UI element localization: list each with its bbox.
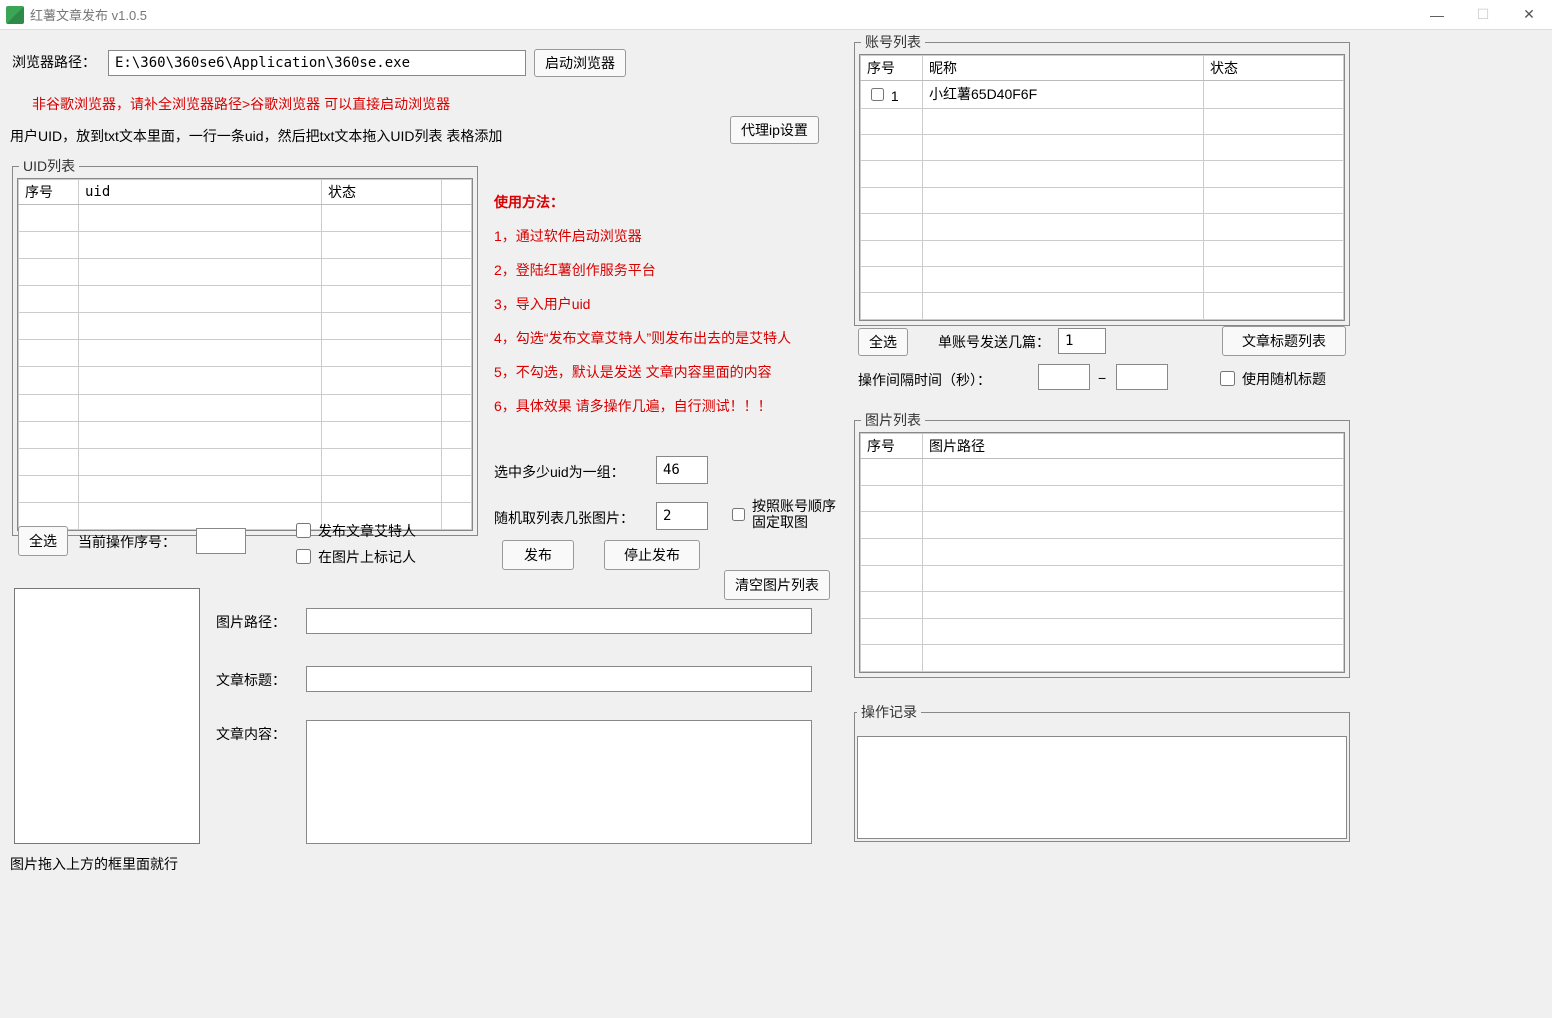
mark-image-checkbox[interactable]: 在图片上标记人 [292, 546, 416, 567]
current-index-input[interactable] [196, 528, 246, 554]
launch-browser-button[interactable]: 启动浏览器 [534, 49, 626, 77]
table-row[interactable]: 1小红薯65D40F6F [861, 81, 1344, 109]
img-col-index[interactable]: 序号 [861, 434, 923, 459]
image-table[interactable]: 序号 图片路径 [860, 433, 1344, 672]
acct-col-nick[interactable]: 昵称 [923, 56, 1204, 81]
table-row[interactable] [19, 421, 472, 448]
interval-label: 操作间隔时间（秒）： [858, 370, 991, 390]
table-row[interactable] [19, 394, 472, 421]
usage-step: 4，勾选“发布文章艾特人”则发布出去的是艾特人 [494, 328, 834, 348]
image-list-group: 图片列表 序号 图片路径 [854, 410, 1350, 678]
image-drop-hint: 图片拖入上方的框里面就行 [10, 854, 178, 874]
per-account-input[interactable] [1058, 328, 1106, 354]
image-list-legend: 图片列表 [861, 410, 925, 430]
usage-step: 6，具体效果 请多操作几遍，自行测试！！！ [494, 396, 834, 416]
article-title-label: 文章标题： [216, 670, 286, 690]
table-row[interactable] [861, 161, 1344, 187]
table-row[interactable] [19, 448, 472, 475]
uid-col-status[interactable]: 状态 [322, 180, 442, 205]
browser-path-input[interactable] [108, 50, 526, 76]
interval-to-input[interactable] [1116, 364, 1168, 390]
table-row[interactable] [861, 214, 1344, 240]
article-title-input[interactable] [306, 666, 812, 692]
group-size-input[interactable] [656, 456, 708, 484]
proxy-settings-button[interactable]: 代理ip设置 [730, 116, 819, 144]
table-row[interactable] [861, 618, 1344, 645]
table-row[interactable] [19, 259, 472, 286]
table-row[interactable] [861, 293, 1344, 320]
table-row[interactable] [19, 475, 472, 502]
account-list-group: 账号列表 序号 昵称 状态 1小红薯65D40F6F [854, 32, 1350, 326]
table-row[interactable] [19, 340, 472, 367]
account-table[interactable]: 序号 昵称 状态 1小红薯65D40F6F [860, 55, 1344, 320]
table-row[interactable] [861, 538, 1344, 565]
uid-import-hint: 用户UID，放到txt文本里面，一行一条uid，然后把txt文本拖入UID列表 … [10, 126, 502, 146]
article-content-textarea[interactable] [306, 720, 812, 844]
img-col-path[interactable]: 图片路径 [923, 434, 1344, 459]
current-index-label: 当前操作序号： [78, 532, 176, 552]
browser-path-label: 浏览器路径： [12, 52, 96, 72]
log-group: 操作记录 [854, 702, 1350, 842]
table-row[interactable] [861, 134, 1344, 160]
table-row[interactable] [861, 485, 1344, 512]
log-legend: 操作记录 [857, 702, 921, 722]
row-checkbox[interactable] [871, 88, 884, 101]
uid-col-uid[interactable]: uid [79, 180, 322, 205]
usage-step: 1，通过软件启动浏览器 [494, 226, 834, 246]
table-row[interactable] [19, 232, 472, 259]
title-list-button[interactable]: 文章标题列表 [1222, 326, 1346, 356]
uid-list-legend: UID列表 [19, 156, 79, 176]
uid-table[interactable]: 序号 uid 状态 [18, 179, 472, 530]
usage-step: 2，登陆红薯创作服务平台 [494, 260, 834, 280]
browser-hint-text: 非谷歌浏览器，请补全浏览器路径>谷歌浏览器 可以直接启动浏览器 [32, 94, 450, 114]
usage-step: 5，不勾选，默认是发送 文章内容里面的内容 [494, 362, 834, 382]
usage-block: 使用方法： 1，通过软件启动浏览器 2，登陆红薯创作服务平台 3，导入用户uid 4，… [494, 192, 834, 430]
stop-publish-button[interactable]: 停止发布 [604, 540, 700, 570]
table-row[interactable] [861, 645, 1344, 672]
uid-select-all-button[interactable]: 全选 [18, 526, 68, 556]
table-row[interactable] [19, 367, 472, 394]
interval-from-input[interactable] [1038, 364, 1090, 390]
per-account-label: 单账号发送几篇： [938, 332, 1050, 352]
table-row[interactable] [861, 512, 1344, 539]
acct-col-index[interactable]: 序号 [861, 56, 923, 81]
maximize-button[interactable]: ☐ [1460, 0, 1506, 29]
image-path-input[interactable] [306, 608, 812, 634]
table-row[interactable] [19, 286, 472, 313]
fixed-order-checkbox[interactable]: 按照账号顺序固定取图 [728, 498, 840, 530]
titlebar: 红薯文章发布 v1.0.5 — ☐ ✕ [0, 0, 1552, 30]
rand-images-label: 随机取列表几张图片： [494, 508, 634, 528]
table-row[interactable] [861, 267, 1344, 293]
usage-title: 使用方法： [494, 192, 834, 212]
usage-step: 3，导入用户uid [494, 294, 834, 314]
table-row[interactable] [861, 592, 1344, 619]
account-list-legend: 账号列表 [861, 32, 925, 52]
table-row[interactable] [861, 240, 1344, 266]
table-row[interactable] [19, 205, 472, 232]
uid-list-group: UID列表 序号 uid 状态 [12, 156, 478, 536]
random-title-checkbox[interactable]: 使用随机标题 [1216, 368, 1326, 389]
table-row[interactable] [861, 565, 1344, 592]
table-row[interactable] [861, 187, 1344, 213]
article-content-label: 文章内容： [216, 724, 286, 744]
publish-button[interactable]: 发布 [502, 540, 574, 570]
interval-dash: − [1098, 370, 1106, 386]
clear-image-list-button[interactable]: 清空图片列表 [724, 570, 830, 600]
account-select-all-button[interactable]: 全选 [858, 328, 908, 356]
table-row[interactable] [861, 108, 1344, 134]
table-row[interactable] [19, 313, 472, 340]
table-row[interactable] [861, 459, 1344, 486]
acct-col-status[interactable]: 状态 [1204, 56, 1344, 81]
uid-col-index[interactable]: 序号 [19, 180, 79, 205]
window-title: 红薯文章发布 v1.0.5 [30, 5, 1414, 24]
rand-images-input[interactable] [656, 502, 708, 530]
app-icon [6, 6, 24, 24]
image-drop-area[interactable] [14, 588, 200, 844]
minimize-button[interactable]: — [1414, 0, 1460, 29]
close-button[interactable]: ✕ [1506, 0, 1552, 29]
publish-at-checkbox[interactable]: 发布文章艾特人 [292, 520, 416, 541]
group-size-label: 选中多少uid为一组： [494, 462, 625, 482]
image-path-label: 图片路径： [216, 612, 286, 632]
log-textarea[interactable] [857, 736, 1347, 839]
